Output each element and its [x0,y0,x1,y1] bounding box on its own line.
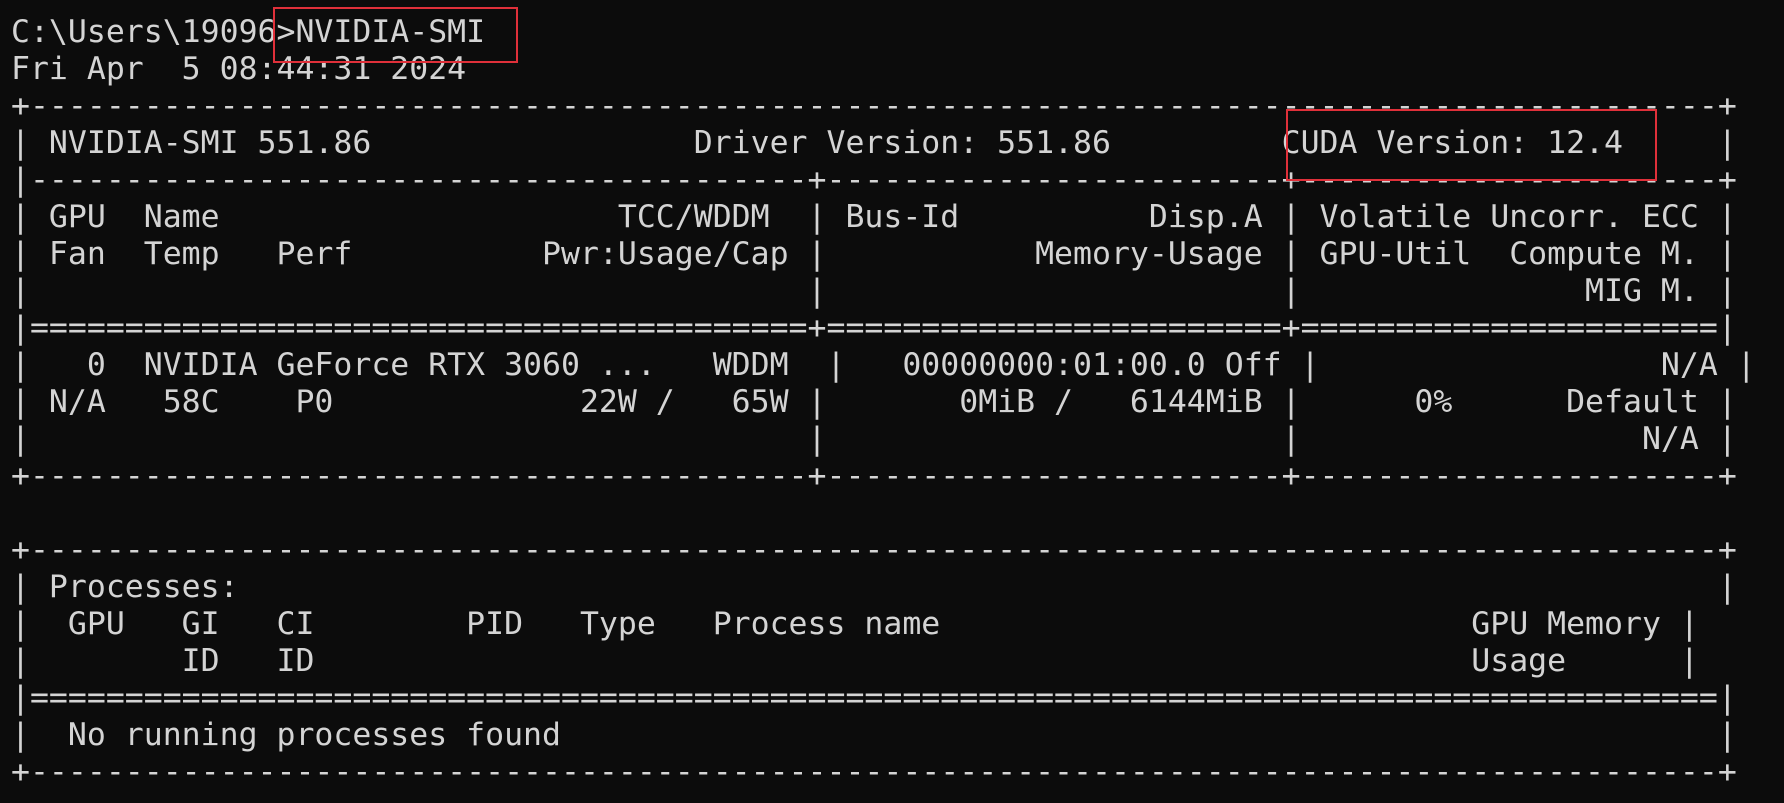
processes-border-bottom: +---------------------------------------… [11,754,1737,790]
version-line: | NVIDIA-SMI 551.86 Driver Version: 551.… [11,125,1737,161]
timestamp-line: Fri Apr 5 08:44:31 2024 [11,51,467,87]
header-separator: |=======================================… [11,310,1737,346]
processes-separator: |=======================================… [11,680,1737,716]
processes-title: | Processes: | [11,569,1737,605]
no-processes-message: | No running processes found | [11,717,1737,753]
table-border-bottom: +---------------------------------------… [11,458,1737,494]
gpu-row-1: | 0 NVIDIA GeForce RTX 3060 ... WDDM | 0… [11,347,1756,383]
header-row-2: | Fan Temp Perf Pwr:Usage/Cap | Memory-U… [11,236,1737,272]
gpu-row-2: | N/A 58C P0 22W / 65W | 0MiB / 6144MiB … [11,384,1737,420]
table-divider: |---------------------------------------… [11,162,1737,198]
processes-header-2: | ID ID Usage | [11,643,1699,679]
header-row-3: | | | MIG M. | [11,273,1737,309]
gpu-row-3: | | | N/A | [11,421,1737,457]
header-row-1: | GPU Name TCC/WDDM | Bus-Id Disp.A | Vo… [11,199,1737,235]
command-line: C:\Users\19096>NVIDIA-SMI [11,14,486,50]
table-border-top: +---------------------------------------… [11,88,1737,124]
processes-border-top: +---------------------------------------… [11,532,1737,568]
terminal-output: C:\Users\19096>NVIDIA-SMI Fri Apr 5 08:44… [11,14,1756,791]
processes-header-1: | GPU GI CI PID Type Process name GPU Me… [11,606,1699,642]
